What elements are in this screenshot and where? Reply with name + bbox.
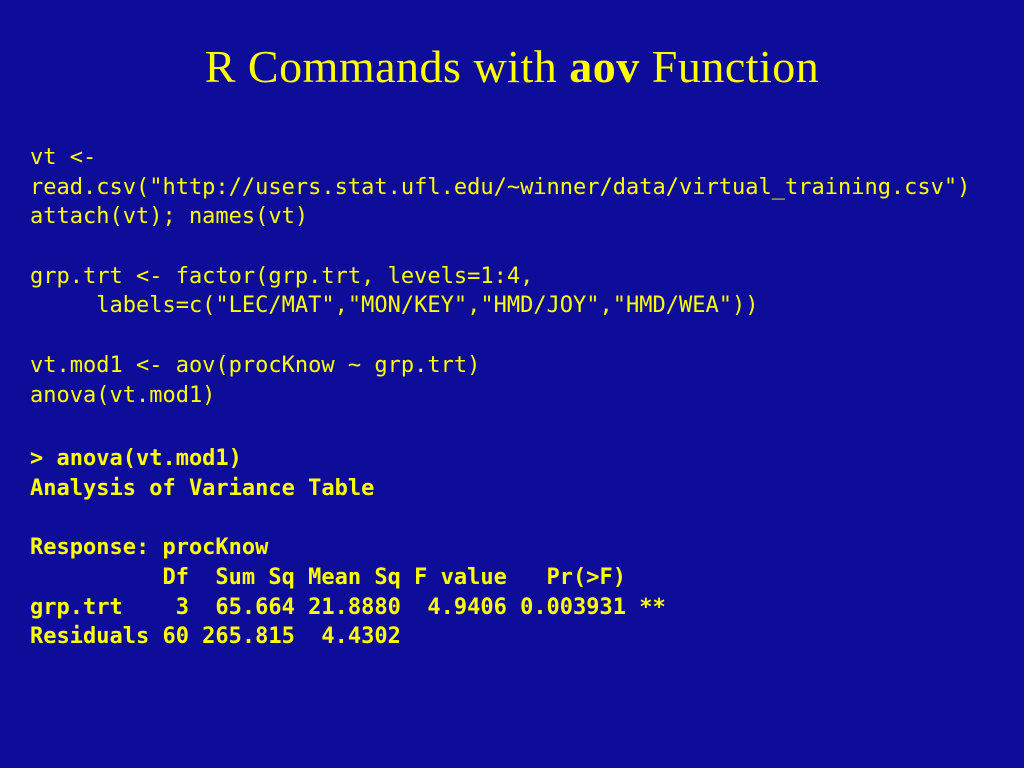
title-bold: aov xyxy=(569,41,640,92)
title-pre: R Commands with xyxy=(205,41,570,92)
slide: R Commands with aov Function vt <- read.… xyxy=(0,0,1024,768)
title-post: Function xyxy=(640,41,820,92)
slide-title: R Commands with aov Function xyxy=(30,40,994,93)
output-block: > anova(vt.mod1) Analysis of Variance Ta… xyxy=(30,444,994,652)
code-block: vt <- read.csv("http://users.stat.ufl.ed… xyxy=(30,143,994,410)
